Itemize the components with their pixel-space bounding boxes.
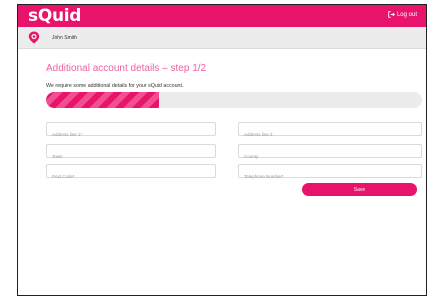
top-navigation-bar: sQuid Log out	[18, 5, 426, 27]
post-code-input[interactable]	[47, 170, 215, 183]
telephone-input[interactable]	[239, 170, 421, 183]
logout-link[interactable]: Log out	[388, 11, 417, 18]
logout-icon	[388, 11, 395, 18]
page-subtitle: We require some additional details for y…	[46, 83, 184, 89]
user-bar: John Smith	[18, 27, 426, 49]
progress-fill	[46, 92, 159, 108]
logout-label: Log out	[396, 11, 417, 18]
step-progress-bar	[46, 92, 422, 108]
brand-logo: sQuid	[28, 6, 82, 26]
address-line1-field[interactable]	[46, 122, 216, 141]
address-line2-field[interactable]	[238, 122, 422, 141]
page-title: Additional account details – step 1/2	[46, 63, 207, 74]
county-field[interactable]	[238, 144, 422, 163]
avatar-icon[interactable]	[28, 31, 40, 44]
post-code-field[interactable]	[46, 164, 216, 183]
telephone-field[interactable]	[238, 164, 422, 183]
county-input[interactable]	[239, 150, 421, 163]
user-name: John Smith	[52, 35, 78, 41]
town-field[interactable]	[46, 144, 216, 163]
app-window: sQuid Log out John Smith Additional acco…	[17, 4, 427, 296]
town-input[interactable]	[47, 150, 215, 163]
address-line2-input[interactable]	[239, 128, 421, 141]
address-line1-input[interactable]	[47, 128, 215, 141]
save-button[interactable]: Save	[302, 183, 417, 196]
